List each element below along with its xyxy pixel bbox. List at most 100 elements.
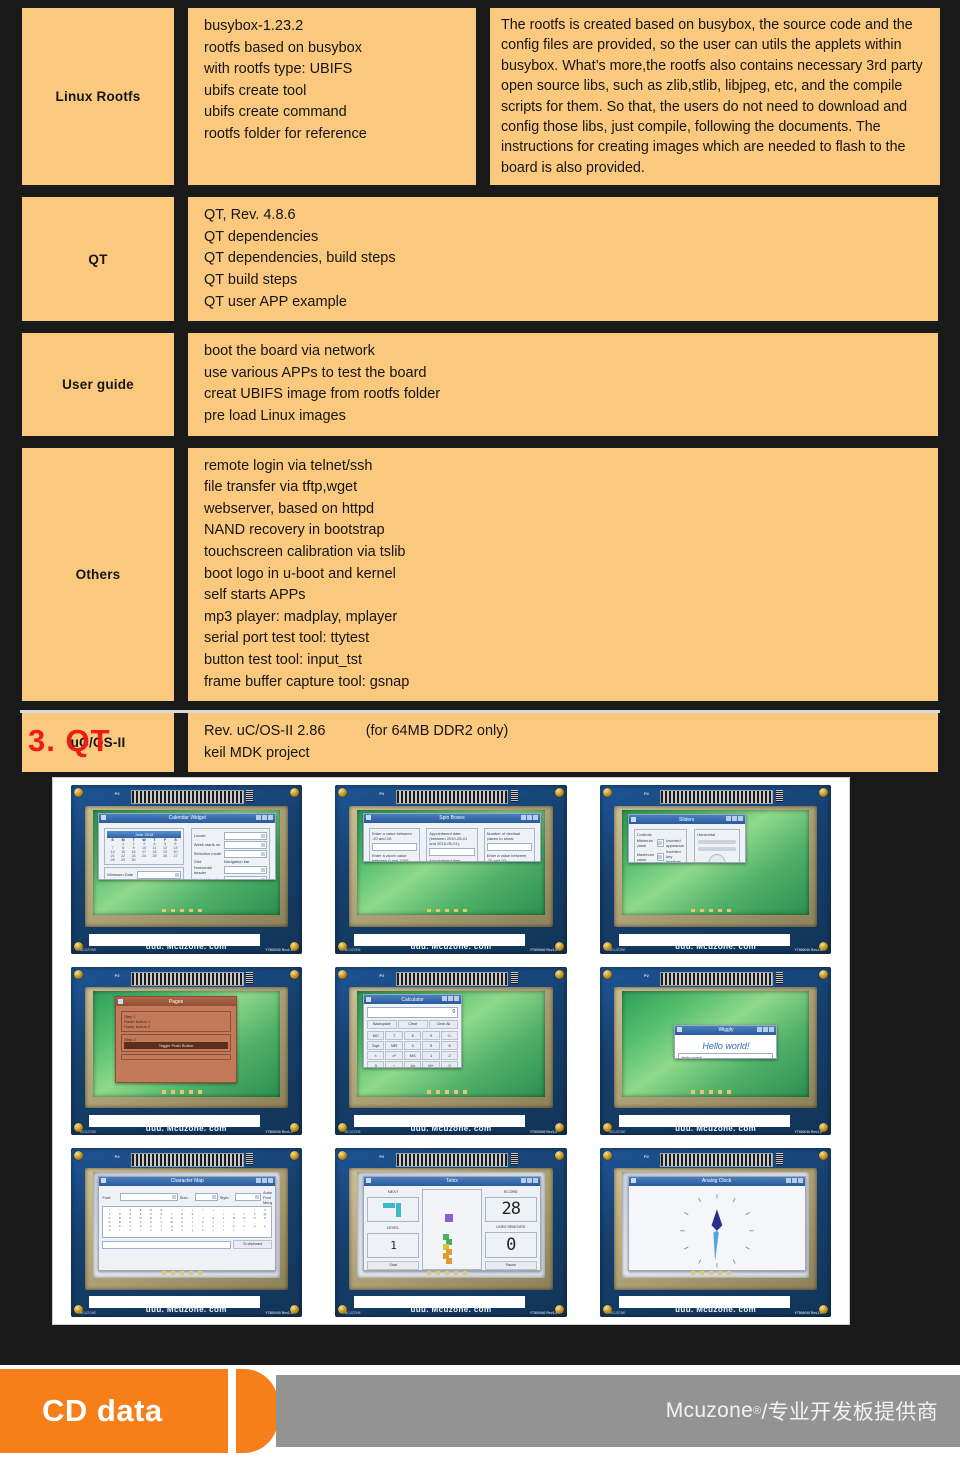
app-icon [630,816,636,822]
clipboard-field[interactable] [102,1240,231,1249]
calc-key[interactable]: 5 [422,1041,440,1051]
score-label: SCORE [503,1188,518,1194]
window-title: Wiggly [718,1027,734,1034]
minimum-date-input[interactable] [137,870,181,879]
horizontal-header-select[interactable] [223,865,268,874]
board-mark-left: MCUZONE [79,1310,97,1315]
selection-mode-select[interactable] [223,849,268,858]
window-buttons [442,996,460,1002]
minimize-icon [442,996,448,1002]
charmap-grid[interactable]: ! " # $% & '() * +, -./0 1 2 3 4 5 6 7 8 9:; < = >? @ ABCDEF… [102,1205,273,1238]
week-start-select[interactable] [223,840,268,849]
calc-key[interactable]: +/- [440,1031,459,1041]
vertical-header-select[interactable] [223,875,268,880]
appointment-date-spinbox[interactable] [429,847,475,856]
footer-cd-label: CD data [42,1393,163,1428]
calc-key[interactable]: M+ [422,1061,440,1068]
list-item: serial port test tool: ttytest [204,630,370,647]
list-item: ubifs create command [204,104,347,121]
flex-cable [161,908,207,913]
dial-widget[interactable] [707,854,726,862]
window-title: Sliders [679,816,695,823]
screw-icon [819,1151,829,1161]
backspace-button[interactable]: Backspace [367,1020,397,1030]
datetime-group: Appointment date (between 2010-05-01 and… [426,827,478,862]
calc-key[interactable]: 0 [440,1061,459,1068]
calc-key[interactable]: Sqrt [367,1041,385,1051]
flex-cable [161,1271,207,1276]
close-icon [532,1177,538,1183]
qt-window-wiggly: Wiggly Hello world! Hello world! [674,1024,778,1059]
radio-button-2[interactable]: Radio button 2 [124,1024,228,1029]
lines-removed-display: 0 [484,1231,537,1259]
calc-key[interactable]: 6 [440,1041,459,1051]
calc-key[interactable]: 3 [367,1061,385,1068]
pcb: P2 Character Map Font: Size: Style: Auto… [70,1148,302,1317]
calc-key[interactable]: x² [385,1051,403,1061]
clear-button[interactable]: Clear [397,1020,428,1030]
lcd-screen: Sliders Controls Minimum value Inverted a… [622,809,810,916]
font-select[interactable] [119,1193,178,1202]
calc-key[interactable]: − [385,1061,403,1068]
qt-window-pages: Pages Step 1 Radio button 1 Radio button… [115,996,237,1083]
navbar-checkbox[interactable]: Navigation bar [224,859,252,864]
calc-key[interactable]: 7 [385,1031,403,1041]
horizontal-slider[interactable] [698,840,736,845]
screw-icon [289,788,299,798]
calc-key[interactable]: 1 [422,1051,440,1061]
clear-all-button[interactable]: Clear All [428,1020,459,1030]
maximum-spinbox[interactable] [656,852,665,861]
calc-key[interactable]: 4 [403,1041,422,1051]
value-spinbox[interactable] [372,842,418,851]
board-photo-wiggly-hello-world: P2 Wiggly Hello world! Hello world! uuu.… [584,961,847,1141]
calc-key[interactable]: MC [367,1031,385,1041]
minimize-icon [520,814,526,820]
app-icon [366,815,371,821]
minimum-spinbox[interactable] [656,839,665,848]
locale-select[interactable] [223,831,268,840]
calc-key[interactable]: MS [403,1051,422,1061]
toggle-push-button[interactable]: Toggle Push Button [124,1042,228,1050]
minimize-icon [520,1177,526,1183]
wiggly-text: Hello world! [702,1040,750,1051]
to-clipboard-button[interactable]: To clipboard [232,1240,273,1250]
flex-cable [426,908,472,913]
list-item: mp3 player: madplay, mplayer [204,608,398,625]
board-mark-right: YT800040 Rev1.0 [265,1129,293,1134]
start-button[interactable]: Start [367,1261,420,1270]
decimals-spinbox[interactable] [486,842,532,851]
board-mark-left: MCUZONE [609,1310,626,1315]
lcd-screen: Wiggly Hello world! Hello world! [622,991,810,1097]
horizontal-scrollbar[interactable] [698,847,736,852]
inverted-appearance-checkbox[interactable]: Inverted appearance [666,838,684,848]
row-label-linux-rootfs: Linux Rootfs [22,8,174,186]
calc-key[interactable]: MR [385,1041,403,1051]
header-pin-label: P2 [379,972,385,978]
wiggly-input[interactable]: Hello world! [678,1052,774,1058]
grid-checkbox[interactable]: Grid [194,859,222,864]
level-value: 1 [390,1238,397,1252]
screw-icon [289,969,299,979]
calc-key[interactable]: 2 [440,1051,459,1061]
list-item: boot logo in u-boot and kernel [204,565,396,582]
qt-window-tetrix: Tetrix NEXT LEVEL 1 Start SCORE 28 LINES… [363,1175,541,1271]
calc-key[interactable]: 8 [403,1031,422,1041]
style-select[interactable] [235,1193,261,1202]
calc-key[interactable]: × [367,1051,385,1061]
calc-key[interactable]: 9 [422,1031,440,1041]
pause-button[interactable]: Pause [484,1261,537,1270]
score-value: 28 [501,1199,522,1220]
list-item: keil MDK project [204,744,310,761]
calc-key[interactable]: 1/x [403,1061,422,1068]
qt-window-analog-clock: Analog Clock [627,1175,806,1271]
close-icon [268,814,274,820]
app-icon [101,1178,107,1184]
inverted-keys-checkbox[interactable]: Inverted key bindings [666,849,684,861]
row-items-qt: QT, Rev. 4.8.6 QT dependencies QT depend… [188,197,938,322]
font-label: Font: [102,1194,112,1200]
size-select[interactable] [195,1193,218,1202]
font-merging-checkbox[interactable]: Automatic Font Merging [263,1190,272,1205]
minimize-icon [256,1177,262,1183]
pin-header-icon [130,971,244,986]
screw-icon [338,1151,348,1161]
